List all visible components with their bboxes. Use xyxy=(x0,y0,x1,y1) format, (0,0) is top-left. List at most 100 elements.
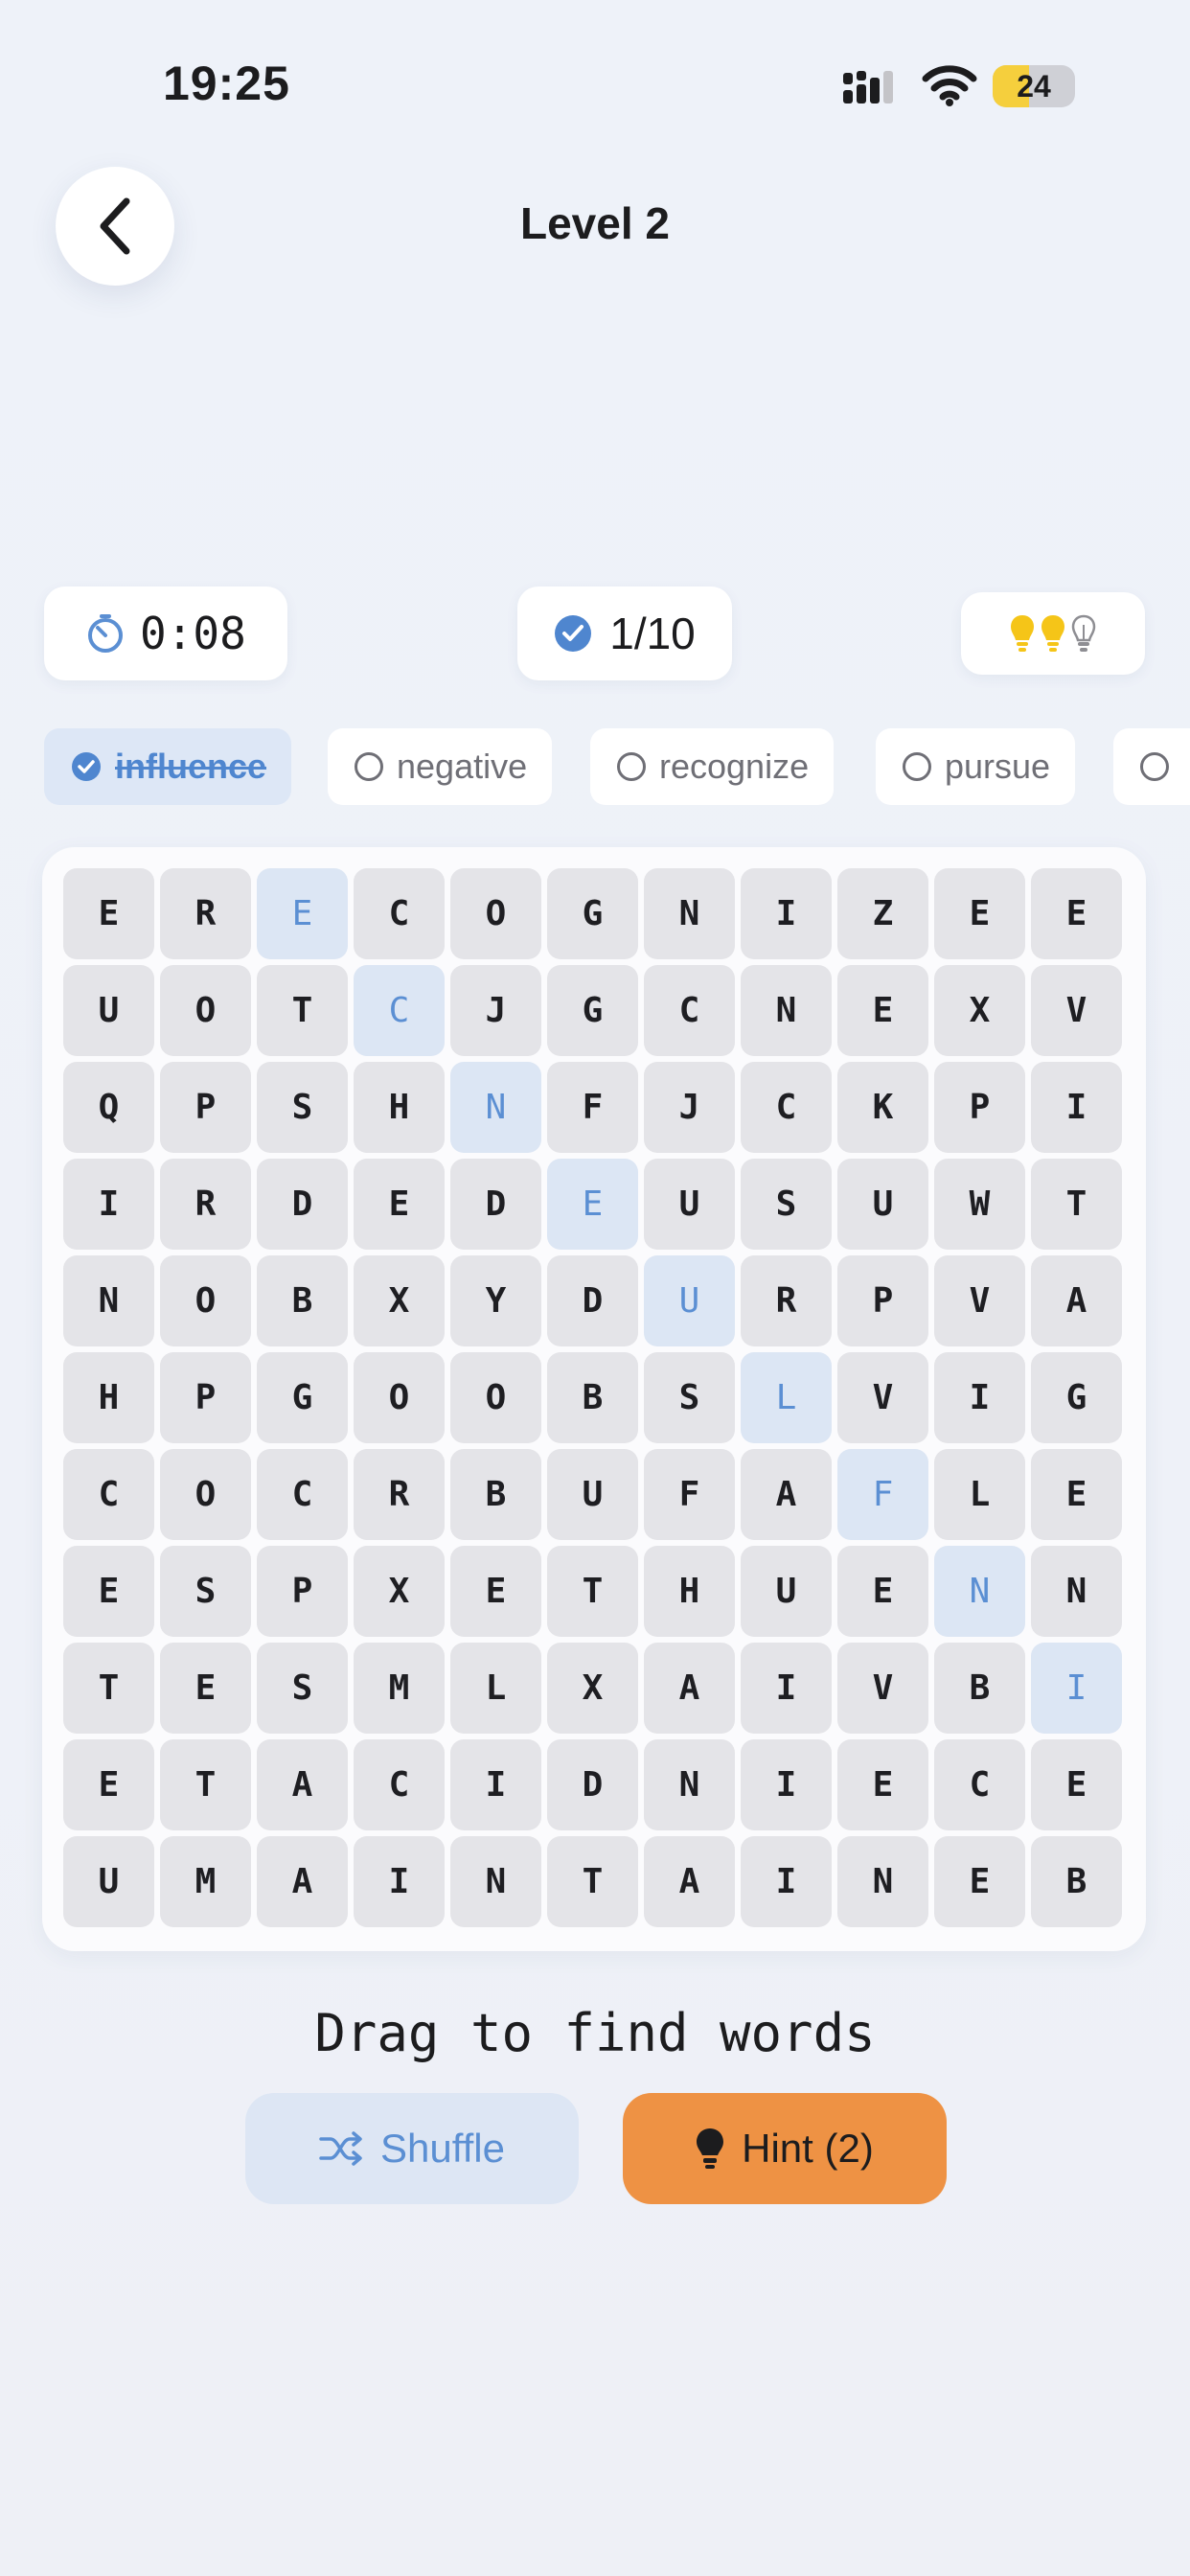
grid-cell[interactable]: P xyxy=(160,1352,251,1443)
grid-cell[interactable]: O xyxy=(160,965,251,1056)
grid-cell[interactable]: B xyxy=(547,1352,638,1443)
grid-cell[interactable]: S xyxy=(257,1643,348,1734)
grid-cell[interactable]: S xyxy=(257,1062,348,1153)
grid-cell[interactable]: S xyxy=(741,1159,832,1250)
grid-cell[interactable]: X xyxy=(354,1546,445,1637)
grid-cell[interactable]: N xyxy=(934,1546,1025,1637)
grid-cell[interactable]: I xyxy=(741,1739,832,1830)
grid-cell[interactable]: O xyxy=(450,868,541,959)
grid-cell[interactable]: V xyxy=(837,1352,928,1443)
grid-cell[interactable]: N xyxy=(837,1836,928,1927)
grid-cell[interactable]: G xyxy=(547,965,638,1056)
grid-cell[interactable]: L xyxy=(450,1643,541,1734)
grid-cell[interactable]: E xyxy=(547,1159,638,1250)
grid-cell[interactable]: C xyxy=(934,1739,1025,1830)
grid-cell[interactable]: H xyxy=(644,1546,735,1637)
grid-cell[interactable]: E xyxy=(450,1546,541,1637)
grid-cell[interactable]: J xyxy=(450,965,541,1056)
grid-cell[interactable]: I xyxy=(63,1159,154,1250)
hint-button[interactable]: Hint (2) xyxy=(623,2093,947,2204)
grid-cell[interactable]: W xyxy=(934,1159,1025,1250)
grid-cell[interactable]: U xyxy=(837,1159,928,1250)
grid-cell[interactable]: O xyxy=(450,1352,541,1443)
grid-cell[interactable]: R xyxy=(160,868,251,959)
grid-cell[interactable]: C xyxy=(741,1062,832,1153)
grid-cell[interactable]: E xyxy=(934,868,1025,959)
grid-cell[interactable]: U xyxy=(63,965,154,1056)
grid-cell[interactable]: P xyxy=(934,1062,1025,1153)
grid-cell[interactable]: Q xyxy=(63,1062,154,1153)
grid-cell[interactable]: F xyxy=(644,1449,735,1540)
grid-cell[interactable]: V xyxy=(934,1255,1025,1346)
grid-cell[interactable]: X xyxy=(934,965,1025,1056)
grid-cell[interactable]: A xyxy=(257,1836,348,1927)
grid-cell[interactable]: E xyxy=(1031,868,1122,959)
grid-cell[interactable]: I xyxy=(741,1836,832,1927)
grid-cell[interactable]: N xyxy=(741,965,832,1056)
grid-cell[interactable]: L xyxy=(741,1352,832,1443)
grid-cell[interactable]: C xyxy=(354,965,445,1056)
grid-cell[interactable]: U xyxy=(741,1546,832,1637)
grid-cell[interactable]: B xyxy=(257,1255,348,1346)
grid-cell[interactable]: S xyxy=(644,1352,735,1443)
grid-cell[interactable]: D xyxy=(547,1739,638,1830)
grid-cell[interactable]: O xyxy=(160,1255,251,1346)
grid-cell[interactable]: N xyxy=(1031,1546,1122,1637)
grid-cell[interactable]: A xyxy=(644,1643,735,1734)
grid-cell[interactable]: E xyxy=(257,868,348,959)
grid-cell[interactable]: U xyxy=(644,1159,735,1250)
grid-cell[interactable]: A xyxy=(257,1739,348,1830)
grid-cell[interactable]: C xyxy=(63,1449,154,1540)
grid-cell[interactable]: A xyxy=(741,1449,832,1540)
grid-cell[interactable]: E xyxy=(63,868,154,959)
grid-cell[interactable]: O xyxy=(160,1449,251,1540)
grid-cell[interactable]: I xyxy=(741,1643,832,1734)
grid-cell[interactable]: T xyxy=(63,1643,154,1734)
grid-cell[interactable]: N xyxy=(644,1739,735,1830)
grid-cell[interactable]: P xyxy=(160,1062,251,1153)
grid-cell[interactable]: K xyxy=(837,1062,928,1153)
grid-cell[interactable]: O xyxy=(354,1352,445,1443)
grid-cell[interactable]: G xyxy=(547,868,638,959)
grid-cell[interactable]: L xyxy=(934,1449,1025,1540)
grid-cell[interactable]: H xyxy=(63,1352,154,1443)
grid-cell[interactable]: M xyxy=(354,1643,445,1734)
grid-cell[interactable]: I xyxy=(1031,1643,1122,1734)
grid-cell[interactable]: I xyxy=(741,868,832,959)
grid-cell[interactable]: T xyxy=(547,1546,638,1637)
grid-cell[interactable]: E xyxy=(1031,1449,1122,1540)
grid-cell[interactable]: P xyxy=(837,1255,928,1346)
grid-cell[interactable]: I xyxy=(354,1836,445,1927)
grid-cell[interactable]: S xyxy=(160,1546,251,1637)
grid-cell[interactable]: C xyxy=(644,965,735,1056)
grid-cell[interactable]: E xyxy=(1031,1739,1122,1830)
grid-cell[interactable]: N xyxy=(450,1062,541,1153)
shuffle-button[interactable]: Shuffle xyxy=(245,2093,579,2204)
grid-cell[interactable]: E xyxy=(837,1739,928,1830)
grid-cell[interactable]: R xyxy=(354,1449,445,1540)
grid-cell[interactable]: E xyxy=(160,1643,251,1734)
grid-cell[interactable]: T xyxy=(257,965,348,1056)
grid-cell[interactable]: U xyxy=(547,1449,638,1540)
grid-cell[interactable]: E xyxy=(63,1546,154,1637)
grid-cell[interactable]: R xyxy=(160,1159,251,1250)
grid-cell[interactable]: Z xyxy=(837,868,928,959)
grid-cell[interactable]: A xyxy=(644,1836,735,1927)
grid-cell[interactable]: U xyxy=(63,1836,154,1927)
grid-cell[interactable]: D xyxy=(257,1159,348,1250)
grid-cell[interactable]: E xyxy=(934,1836,1025,1927)
grid-cell[interactable]: A xyxy=(1031,1255,1122,1346)
grid-cell[interactable]: T xyxy=(547,1836,638,1927)
grid-cell[interactable]: N xyxy=(450,1836,541,1927)
grid-cell[interactable]: E xyxy=(837,965,928,1056)
grid-cell[interactable]: B xyxy=(1031,1836,1122,1927)
grid-cell[interactable]: G xyxy=(257,1352,348,1443)
grid-cell[interactable]: E xyxy=(63,1739,154,1830)
grid-cell[interactable]: B xyxy=(450,1449,541,1540)
grid-cell[interactable]: C xyxy=(354,1739,445,1830)
grid-cell[interactable]: E xyxy=(837,1546,928,1637)
grid-cell[interactable]: U xyxy=(644,1255,735,1346)
grid-cell[interactable]: F xyxy=(837,1449,928,1540)
grid-cell[interactable]: H xyxy=(354,1062,445,1153)
grid-cell[interactable]: F xyxy=(547,1062,638,1153)
